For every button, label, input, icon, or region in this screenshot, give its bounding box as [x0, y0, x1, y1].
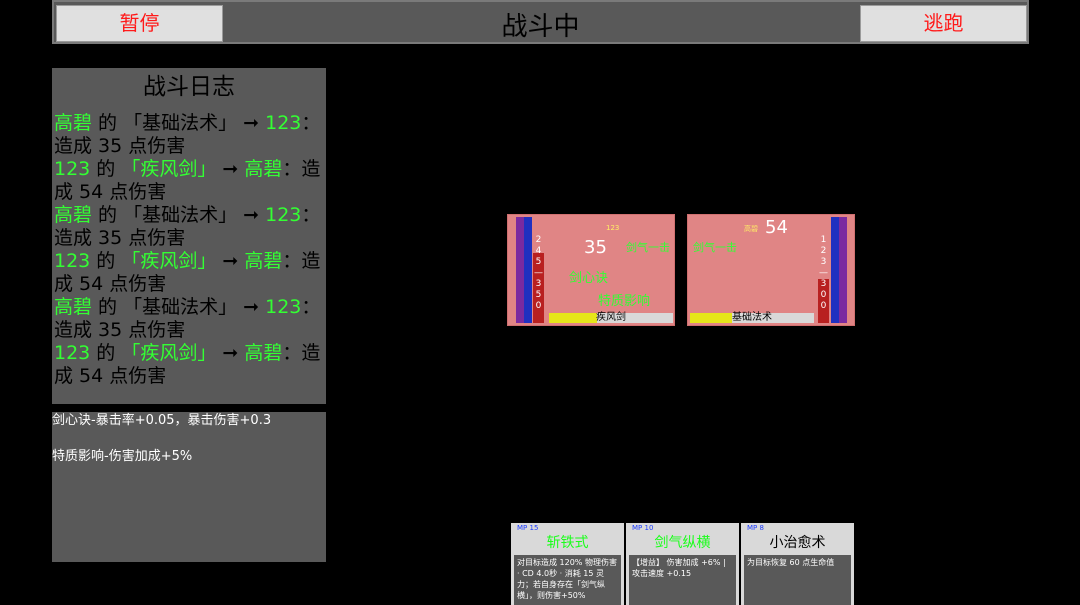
log-entry: 123 的 「疾风剑」 ➞ 高碧：造成 54 点伤害	[54, 158, 326, 204]
shield-bar	[524, 217, 532, 323]
log-actor: 123	[54, 250, 91, 272]
buff-label: 剑气一击	[693, 241, 737, 254]
trait-label: 剑心诀	[569, 271, 609, 286]
battle-log-entries[interactable]: 高碧 的 「基础法术」 ➞ 123：造成 35 点伤害 123 的 「疾风剑」 ➞…	[52, 112, 326, 388]
skill-name: 小治愈术	[769, 535, 826, 551]
effect-line: 特质影响-伤害加成+5%	[52, 449, 193, 464]
skill-name: 剑气纵横	[654, 535, 711, 551]
skill-card-zhantieshi[interactable]: MP 15 斩铁式 对目标造成 120% 物理伤害 · CD 4.0秒 · 消耗…	[511, 523, 624, 605]
cast-skill-name: 基础法术	[732, 312, 772, 323]
cast-progress	[690, 313, 732, 323]
skill-description: 为目标恢复 60 点生命值	[744, 555, 851, 605]
log-arrow: ➞	[237, 296, 266, 318]
skill-name: 斩铁式	[546, 535, 589, 551]
log-entry: 高碧 的 「基础法术」 ➞ 123：造成 35 点伤害	[54, 296, 326, 342]
log-actor: 123	[54, 342, 91, 364]
hp-digit: 2	[535, 235, 542, 245]
skill-cast-bar: 基础法术	[690, 313, 814, 323]
cast-skill-name: 疾风剑	[596, 312, 626, 323]
combatant-name: 123	[606, 224, 620, 232]
battle-log-panel: 战斗日志 高碧 的 「基础法术」 ➞ 123：造成 35 点伤害 123 的 「疾…	[52, 68, 326, 404]
log-actor: 123	[54, 158, 91, 180]
skill-card-xiaozhiyushu[interactable]: MP 8 小治愈术 为目标恢复 60 点生命值	[741, 523, 854, 605]
log-target: 123	[265, 296, 302, 318]
hp-digit: 0	[820, 290, 827, 300]
log-arrow: ➞	[216, 158, 245, 180]
hp-digit: 1	[820, 235, 827, 245]
hp-digit: 3	[820, 257, 827, 267]
hp-digit: 3	[820, 279, 827, 289]
combatant-name: 高碧	[744, 225, 758, 233]
hp-digit: 5	[535, 257, 542, 267]
log-skill: 「疾风剑」	[121, 158, 217, 180]
skill-description: 对目标造成 120% 物理伤害 · CD 4.0秒 · 消耗 15 灵力；若自身…	[514, 555, 621, 605]
hp-digit: —	[534, 268, 543, 278]
hp-digit: 2	[820, 246, 827, 256]
log-skill: 「疾风剑」	[121, 250, 217, 272]
log-skill: 「基础法术」	[123, 204, 238, 226]
log-mid: 的	[90, 250, 122, 272]
log-mid: 的	[90, 158, 122, 180]
hp-digit: —	[819, 268, 828, 278]
player-card[interactable]: 1 2 3—3 0 0 高碧 54 剑气一击 基础法术	[687, 214, 855, 326]
flee-button[interactable]: 逃跑	[860, 5, 1027, 42]
top-bar: 暂停 战斗中 逃跑	[52, 0, 1029, 44]
hp-digit: 0	[535, 301, 542, 311]
cast-progress	[549, 313, 597, 323]
trait-label: 特质影响	[598, 294, 651, 309]
mp-cost: MP 8	[747, 524, 764, 532]
log-entry: 高碧 的 「基础法术」 ➞ 123：造成 35 点伤害	[54, 112, 326, 158]
hp-digit: 5	[535, 290, 542, 300]
log-mid: 的	[92, 204, 124, 226]
log-target: 高碧	[244, 158, 283, 180]
log-entry: 123 的 「疾风剑」 ➞ 高碧：造成 54 点伤害	[54, 250, 326, 296]
log-actor: 高碧	[54, 296, 93, 318]
mp-bar	[516, 217, 524, 323]
log-arrow: ➞	[237, 112, 266, 134]
effect-line: 剑心诀-暴击率+0.05，暴击伤害+0.3	[52, 413, 272, 428]
mp-bar	[839, 217, 847, 323]
hp-digit: 4	[535, 246, 542, 256]
enemy-card[interactable]: 2 4 5—3 5 0 123 35 剑气一击 剑心诀 特质影响 疾风剑	[507, 214, 675, 326]
effects-panel: 剑心诀-暴击率+0.05，暴击伤害+0.3 特质影响-伤害加成+5%	[52, 412, 326, 562]
log-target: 高碧	[244, 250, 283, 272]
log-target: 123	[265, 204, 302, 226]
log-entry: 高碧 的 「基础法术」 ➞ 123：造成 35 点伤害	[54, 204, 326, 250]
mp-cost: MP 10	[632, 524, 654, 532]
damage-number: 54	[765, 217, 788, 238]
log-target: 高碧	[244, 342, 283, 364]
log-mid: 的	[90, 342, 122, 364]
skill-card-jianqizongheng[interactable]: MP 10 剑气纵横 【增益】 伤害加成 +6% | 攻击速度 +0.15	[626, 523, 739, 605]
log-entry: 123 的 「疾风剑」 ➞ 高碧：造成 54 点伤害	[54, 342, 326, 388]
mp-cost: MP 15	[517, 524, 539, 532]
damage-number: 35	[584, 237, 607, 258]
buff-label: 剑气一击	[626, 241, 670, 254]
log-target: 123	[265, 112, 302, 134]
battle-log-title: 战斗日志	[143, 74, 235, 100]
log-actor: 高碧	[54, 204, 93, 226]
log-arrow: ➞	[237, 204, 266, 226]
log-arrow: ➞	[216, 250, 245, 272]
shield-bar	[831, 217, 839, 323]
log-arrow: ➞	[216, 342, 245, 364]
hp-digit: 0	[820, 301, 827, 311]
log-skill: 「疾风剑」	[121, 342, 217, 364]
log-mid: 的	[92, 112, 124, 134]
skill-description: 【增益】 伤害加成 +6% | 攻击速度 +0.15	[629, 555, 736, 605]
log-skill: 「基础法术」	[123, 112, 238, 134]
log-actor: 高碧	[54, 112, 93, 134]
hp-digit: 3	[535, 279, 542, 289]
log-mid: 的	[92, 296, 124, 318]
skill-cast-bar: 疾风剑	[549, 313, 673, 323]
log-skill: 「基础法术」	[123, 296, 238, 318]
